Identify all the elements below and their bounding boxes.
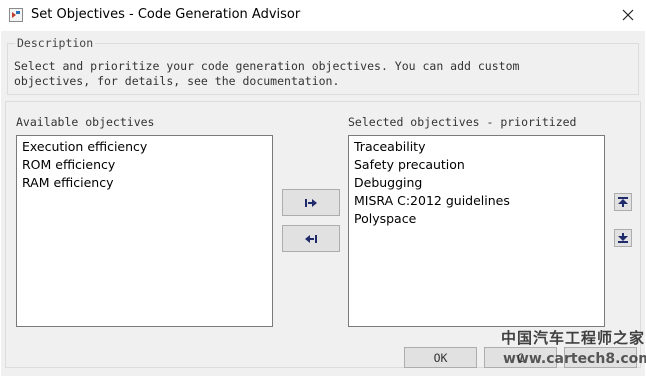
add-objective-button[interactable] bbox=[282, 189, 340, 216]
move-up-icon bbox=[618, 197, 628, 207]
selected-objectives-label: Selected objectives - prioritized bbox=[348, 115, 577, 129]
list-item[interactable]: Traceability bbox=[349, 138, 604, 156]
available-objectives-label: Available objectives bbox=[16, 115, 155, 129]
list-item[interactable]: Execution efficiency bbox=[17, 138, 272, 156]
simulink-app-icon bbox=[9, 8, 23, 22]
available-objectives-list[interactable]: Execution efficiency ROM efficiency RAM … bbox=[16, 135, 273, 327]
arrow-left-bar-icon bbox=[305, 234, 317, 243]
close-icon bbox=[622, 9, 634, 21]
description-line-1: Select and prioritize your code generati… bbox=[14, 59, 520, 73]
ok-button[interactable]: OK bbox=[404, 347, 477, 368]
window-title: Set Objectives - Code Generation Advisor bbox=[31, 7, 301, 22]
dialog-client-area: Description Select and prioritize your c… bbox=[1, 31, 646, 376]
close-button[interactable] bbox=[614, 3, 642, 27]
move-down-icon bbox=[618, 233, 628, 243]
move-up-button[interactable] bbox=[614, 193, 632, 211]
list-item[interactable]: Debugging bbox=[349, 174, 604, 192]
cancel-button[interactable]: C bbox=[484, 347, 557, 368]
title-bar: Set Objectives - Code Generation Advisor bbox=[0, 0, 646, 31]
description-text: Select and prioritize your code generati… bbox=[14, 59, 614, 89]
list-item[interactable]: Safety precaution bbox=[349, 156, 604, 174]
help-button[interactable] bbox=[564, 347, 637, 368]
list-item[interactable]: Polyspace bbox=[349, 210, 604, 228]
list-item[interactable]: RAM efficiency bbox=[17, 174, 272, 192]
selected-objectives-list[interactable]: Traceability Safety precaution Debugging… bbox=[348, 135, 605, 327]
description-line-2: objectives, for details, see the documen… bbox=[14, 74, 340, 88]
list-item[interactable]: ROM efficiency bbox=[17, 156, 272, 174]
arrow-right-bar-icon bbox=[305, 198, 317, 207]
description-legend: Description bbox=[15, 36, 96, 50]
move-down-button[interactable] bbox=[614, 229, 632, 247]
list-item[interactable]: MISRA C:2012 guidelines bbox=[349, 192, 604, 210]
remove-objective-button[interactable] bbox=[282, 225, 340, 252]
